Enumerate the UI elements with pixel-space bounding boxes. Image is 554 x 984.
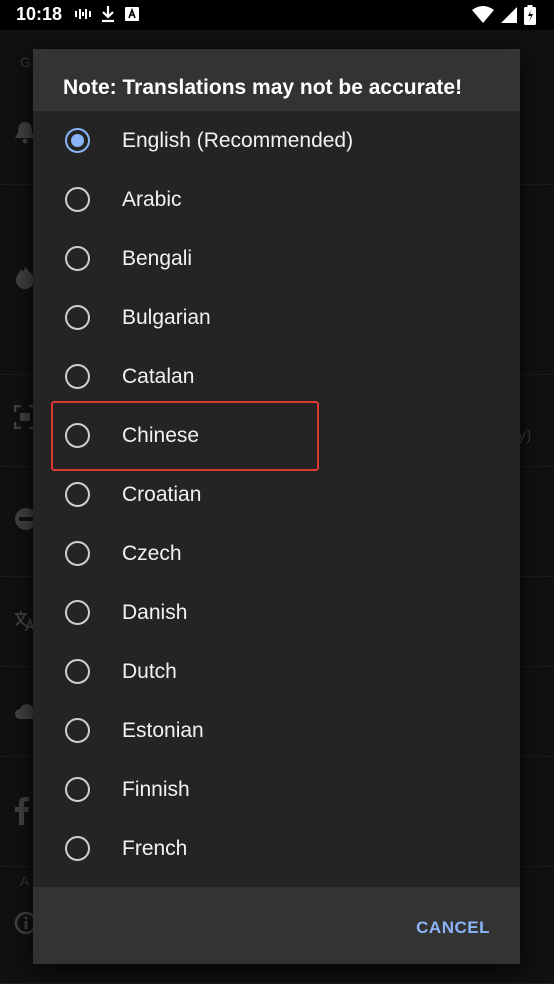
status-bar: 10:18 [0, 0, 554, 30]
language-option-chinese[interactable]: Chinese [33, 406, 520, 465]
battery-icon [524, 5, 536, 30]
language-option-bulgarian[interactable]: Bulgarian [33, 288, 520, 347]
radio-button[interactable] [65, 364, 90, 389]
status-icons-left [74, 5, 140, 28]
radio-button-checked[interactable] [65, 128, 90, 153]
language-option-catalan[interactable]: Catalan [33, 347, 520, 406]
option-label: Chinese [122, 424, 200, 447]
language-option-estonian[interactable]: Estonian [33, 701, 520, 760]
language-option-english[interactable]: English (Recommended) [33, 111, 520, 170]
language-option-bengali[interactable]: Bengali [33, 229, 520, 288]
language-option-arabic[interactable]: Arabic [33, 170, 520, 229]
radio-button[interactable] [65, 659, 90, 684]
option-label: Finnish [122, 778, 190, 801]
radio-button[interactable] [65, 836, 90, 861]
option-label: English (Recommended) [122, 129, 354, 152]
dialog-header: Note: Translations may not be accurate! [33, 49, 520, 111]
language-option-finnish[interactable]: Finnish [33, 760, 520, 819]
cancel-button[interactable]: CANCEL [416, 918, 490, 938]
radio-button[interactable] [65, 718, 90, 743]
signal-icon [500, 6, 518, 29]
section-header-general: G [20, 54, 31, 70]
option-label: Czech [122, 542, 182, 565]
language-option-french[interactable]: French [33, 819, 520, 878]
status-time: 10:18 [16, 4, 63, 24]
radio-button[interactable] [65, 187, 90, 212]
radio-button[interactable] [65, 777, 90, 802]
status-icons-right [472, 5, 536, 30]
option-label: Dutch [122, 660, 177, 683]
option-label: Danish [122, 601, 188, 624]
radio-button[interactable] [65, 600, 90, 625]
dialog-footer: CANCEL [33, 887, 520, 964]
option-label: Estonian [122, 719, 204, 742]
language-option-danish[interactable]: Danish [33, 583, 520, 642]
language-option-czech[interactable]: Czech [33, 524, 520, 583]
option-label: Bulgarian [122, 306, 211, 329]
wifi-icon [472, 6, 494, 29]
option-label: Croatian [122, 483, 202, 506]
a-badge-icon [124, 6, 140, 27]
radio-button[interactable] [65, 305, 90, 330]
option-label: French [122, 837, 188, 860]
option-label: Bengali [122, 247, 193, 270]
option-label: Catalan [122, 365, 195, 388]
radio-button[interactable] [65, 423, 90, 448]
download-icon [100, 5, 116, 28]
radio-button[interactable] [65, 541, 90, 566]
radio-button[interactable] [65, 246, 90, 271]
language-option-dutch[interactable]: Dutch [33, 642, 520, 701]
language-dialog: Note: Translations may not be accurate! … [33, 49, 520, 964]
section-header-about: A [20, 873, 30, 889]
dialog-title: Note: Translations may not be accurate! [63, 76, 463, 99]
voicemail-icon [74, 6, 92, 27]
radio-button[interactable] [65, 482, 90, 507]
language-option-croatian[interactable]: Croatian [33, 465, 520, 524]
option-label: Arabic [122, 188, 182, 211]
